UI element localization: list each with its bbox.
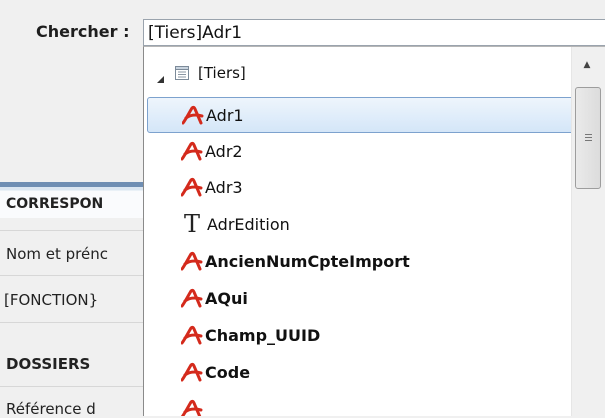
tree-item-adr2[interactable]: Adr2	[174, 133, 572, 169]
form-row-reference-label: Référence d	[6, 400, 96, 418]
tree-item-ancienNumCpteImport[interactable]: AncienNumCpteImport	[174, 243, 572, 279]
tree-item-label: Adr3	[205, 177, 243, 197]
tree-item-label: AQui	[205, 288, 248, 308]
divider	[0, 230, 150, 231]
tree-item-label: Adr2	[205, 141, 243, 161]
field-tree-dropdown[interactable]: [Tiers] Adr1 Adr2 Adr3 T AdrEdition Anci…	[143, 46, 605, 416]
scroll-thumb[interactable]	[575, 87, 601, 189]
form-row-name-label: Nom et prénc	[6, 245, 108, 263]
tree-root-label: [Tiers]	[198, 64, 246, 82]
tree-item-label: Code	[205, 362, 251, 382]
grip-line	[585, 137, 592, 138]
tree-item-adredition[interactable]: T AdrEdition	[174, 206, 572, 242]
tree-item-label: AncienNumCpteImport	[205, 251, 410, 271]
tree-item-partial[interactable]	[174, 391, 572, 416]
field-icon	[180, 325, 203, 345]
tree-item-champ-uuid[interactable]: Champ_UUID	[174, 317, 572, 353]
section-title-correspondant: CORRESPON	[6, 196, 104, 212]
tree-item-adr3[interactable]: Adr3	[174, 169, 572, 205]
field-icon	[180, 251, 203, 271]
tree-root-tiers[interactable]: [Tiers]	[156, 61, 246, 85]
grip-line	[585, 134, 592, 135]
field-icon	[180, 399, 203, 416]
tree-item-aqui[interactable]: AQui	[174, 280, 572, 316]
field-icon	[180, 288, 203, 308]
search-label: Chercher :	[36, 22, 130, 41]
field-icon	[180, 141, 203, 161]
text-type-icon: T	[183, 210, 200, 238]
table-icon	[174, 65, 190, 81]
section-title-dossiers: DOSSIERS	[6, 355, 91, 373]
divider	[0, 386, 150, 387]
tree-item-label: Champ_UUID	[205, 325, 321, 345]
tree-item-label: Adr1	[206, 105, 244, 125]
field-icon	[180, 177, 203, 197]
tree-item-code[interactable]: Code	[174, 354, 572, 390]
divider	[0, 275, 150, 276]
expanded-triangle-icon[interactable]	[156, 69, 165, 83]
grip-line	[585, 140, 592, 141]
form-row-fonction-value: [FONCTION}	[4, 291, 99, 309]
vertical-scrollbar[interactable]: ▲	[571, 47, 605, 416]
field-icon	[180, 362, 203, 382]
divider	[0, 322, 150, 323]
tree-item-label: AdrEdition	[207, 214, 290, 234]
tree-item-adr1[interactable]: Adr1	[147, 97, 574, 133]
scroll-up-arrow-icon[interactable]: ▲	[577, 55, 597, 75]
field-icon	[181, 105, 204, 125]
search-input[interactable]	[143, 19, 605, 46]
